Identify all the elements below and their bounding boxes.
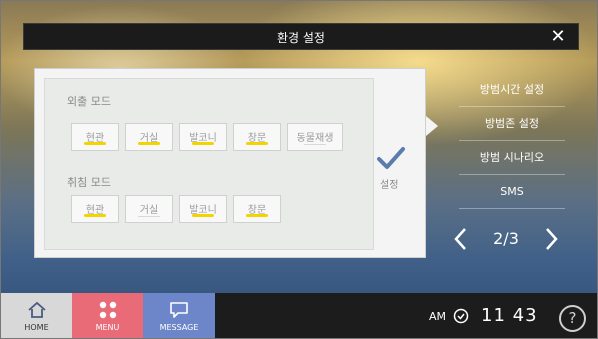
inactive-indicator [304,144,326,145]
menu-item-sms[interactable]: SMS [459,177,565,207]
selection-pointer [426,116,438,136]
away-mode-label: 외출 모드 [67,95,111,108]
clock-time: 11 43 [481,305,538,326]
away-mode-button-balcony[interactable]: 발코니 [179,123,227,151]
question-icon: ? [568,309,577,327]
sleep-mode-button-entrance[interactable]: 현관 [71,195,119,223]
chevron-left-icon[interactable] [451,227,471,251]
away-mode-button-livingroom[interactable]: 거실 [125,123,173,151]
menu-divider [459,140,565,141]
menu-divider [459,106,565,107]
menu-label: MENU [95,323,120,332]
away-mode-button-motion[interactable]: 동물재생 [287,123,343,151]
menu-item-security-time[interactable]: 방범시간 설정 [459,75,565,105]
mode-settings-area: 외출 모드 현관 거실 발코니 창문 동물재생 취침 모드 현관 거실 발코니 … [44,78,374,250]
screen: 환경 설정 ✕ 외출 모드 현관 거실 발코니 창문 동물재생 취침 모드 현관… [0,0,598,339]
active-indicator [84,142,106,145]
home-icon [28,301,46,318]
grid-icon [99,301,117,319]
clock-icon [453,308,469,324]
sleep-mode-button-balcony[interactable]: 발코니 [179,195,227,223]
sleep-mode-button-livingroom[interactable]: 거실 [125,195,173,223]
set-button-label[interactable]: 설정 [380,176,398,191]
settings-panel: 외출 모드 현관 거실 발코니 창문 동물재생 취침 모드 현관 거실 발코니 … [34,68,426,258]
button-label: 발코니 [189,133,217,144]
home-button[interactable]: HOME [1,293,72,338]
title-bar: 환경 설정 ✕ [23,23,579,50]
away-mode-button-window[interactable]: 창문 [233,123,281,151]
menu-divider [459,208,565,209]
button-label: 현관 [85,205,105,216]
home-label: HOME [24,323,49,332]
sleep-mode-label: 취침 모드 [67,176,111,189]
active-indicator [192,214,214,217]
message-label: MESSAGE [159,323,199,332]
menu-item-security-zone[interactable]: 방범존 설정 [459,109,565,139]
button-label: 동물재생 [296,133,334,144]
active-indicator [192,142,214,145]
button-label: 거실 [139,205,159,216]
close-icon: ✕ [550,26,566,47]
sleep-mode-button-window[interactable]: 창문 [233,195,281,223]
page-title: 환경 설정 [277,31,325,45]
button-label: 현관 [85,133,105,144]
button-label: 거실 [139,133,159,144]
checkmark-icon[interactable] [376,146,406,172]
menu-button[interactable]: MENU [72,293,143,338]
message-button[interactable]: MESSAGE [143,293,215,338]
active-indicator [84,214,106,217]
inactive-indicator [138,216,160,217]
page-indicator: 2/3 [493,229,519,248]
active-indicator [246,214,268,217]
ampm-indicator: AM [429,310,447,323]
message-icon [170,302,188,318]
active-indicator [246,142,268,145]
button-label: 발코니 [189,205,217,216]
button-label: 창문 [247,133,267,144]
away-mode-button-entrance[interactable]: 현관 [71,123,119,151]
button-label: 창문 [247,205,267,216]
menu-divider [459,174,565,175]
close-button[interactable]: ✕ [548,26,568,48]
menu-item-security-scenario[interactable]: 방범 시나리오 [459,143,565,173]
help-button[interactable]: ? [559,305,586,332]
chevron-right-icon[interactable] [541,227,561,251]
active-indicator [138,142,160,145]
